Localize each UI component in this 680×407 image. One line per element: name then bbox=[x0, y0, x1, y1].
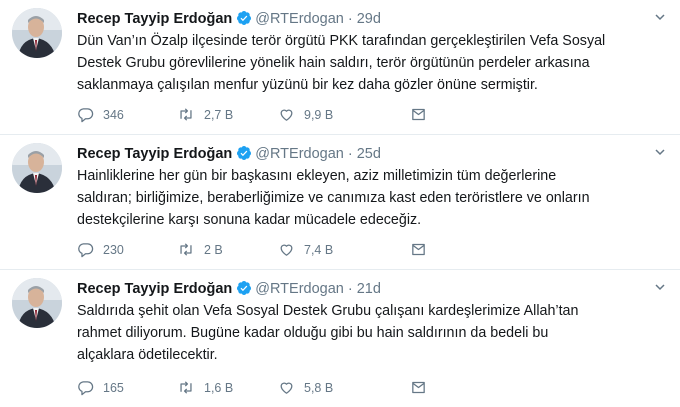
like-count: 9,9 B bbox=[304, 107, 334, 122]
retweet-button[interactable]: 2,7 B bbox=[177, 106, 233, 123]
retweet-count: 2 B bbox=[204, 242, 223, 257]
display-name[interactable]: Recep Tayyip Erdoğan bbox=[77, 146, 232, 162]
tweet-header: Recep Tayyip Erdoğan @RTErdogan · 29d bbox=[77, 10, 381, 31]
tweet-text: Dün Van’ın Özalp ilçesinde terör örgütü … bbox=[77, 30, 662, 96]
tweet-text-line: saldıran; birliğimize, beraberliğimize v… bbox=[77, 190, 590, 206]
tweet-text-line: saklanmaya çalışılan menfur yüzünü bir k… bbox=[77, 77, 538, 93]
timestamp[interactable]: 29d bbox=[357, 11, 381, 27]
handle[interactable]: @RTErdogan bbox=[255, 146, 344, 162]
reply-count: 346 bbox=[103, 107, 124, 122]
like-icon bbox=[280, 382, 293, 394]
tweet-actions: 230 2 B 7,4 B bbox=[77, 241, 557, 259]
retweet-icon bbox=[180, 381, 192, 394]
avatar[interactable] bbox=[12, 143, 62, 193]
tweet-header: Recep Tayyip Erdoğan @RTErdogan · 25d bbox=[77, 145, 381, 166]
tweet-text-line: Saldırıda şehit olan Vefa Sosyal Destek … bbox=[77, 303, 579, 319]
display-name[interactable]: Recep Tayyip Erdoğan bbox=[77, 11, 232, 27]
like-count: 5,8 B bbox=[304, 380, 334, 395]
tweet-actions: 346 2,7 B 9,9 B bbox=[77, 106, 557, 124]
tweet[interactable]: Recep Tayyip Erdoğan @RTErdogan · 29d Dün V… bbox=[0, 0, 680, 135]
timestamp[interactable]: 25d bbox=[357, 146, 381, 162]
direct-message-icon bbox=[412, 243, 425, 256]
retweet-count: 2,7 B bbox=[204, 107, 234, 122]
display-name[interactable]: Recep Tayyip Erdoğan bbox=[77, 281, 232, 297]
tweet-text-line: Destek Grubu görevlilerine yönelik hain … bbox=[77, 55, 590, 71]
tweet-actions: 165 1,6 B 5,8 B bbox=[77, 379, 557, 397]
separator: · bbox=[347, 281, 353, 297]
avatar[interactable] bbox=[12, 8, 62, 58]
reply-button[interactable]: 230 bbox=[77, 241, 124, 258]
handle[interactable]: @RTErdogan bbox=[255, 11, 344, 27]
like-button[interactable]: 9,9 B bbox=[278, 106, 333, 123]
reply-count: 230 bbox=[103, 242, 124, 257]
like-button[interactable]: 7,4 B bbox=[278, 241, 333, 258]
tweet-text-line: Dün Van’ın Özalp ilçesinde terör örgütü … bbox=[77, 33, 606, 49]
tweet[interactable]: Recep Tayyip Erdoğan @RTErdogan · 21d Saldı… bbox=[0, 270, 680, 407]
tweet-text-line: rahmet diliyorum. Bugüne kadar olduğu gi… bbox=[77, 325, 549, 341]
verified-badge-icon bbox=[236, 10, 252, 31]
direct-message-icon bbox=[412, 381, 425, 394]
direct-message-icon bbox=[412, 108, 425, 121]
chevron-down-icon[interactable] bbox=[654, 10, 666, 28]
separator: · bbox=[347, 146, 353, 162]
timestamp[interactable]: 21d bbox=[357, 281, 381, 297]
tweet[interactable]: Recep Tayyip Erdoğan @RTErdogan · 25d Hainl… bbox=[0, 135, 680, 270]
like-icon bbox=[280, 109, 293, 121]
direct-message-button[interactable] bbox=[410, 379, 427, 396]
direct-message-button[interactable] bbox=[410, 241, 427, 258]
reply-button[interactable]: 346 bbox=[77, 106, 124, 123]
tweet-text: Saldırıda şehit olan Vefa Sosyal Destek … bbox=[77, 300, 662, 366]
handle[interactable]: @RTErdogan bbox=[255, 281, 344, 297]
retweet-button[interactable]: 2 B bbox=[177, 241, 223, 258]
reply-icon bbox=[78, 108, 94, 123]
verified-badge-icon bbox=[236, 280, 252, 301]
retweet-count: 1,6 B bbox=[204, 380, 234, 395]
direct-message-button[interactable] bbox=[410, 106, 427, 123]
reply-icon bbox=[78, 243, 94, 258]
like-count: 7,4 B bbox=[304, 242, 334, 257]
retweet-icon bbox=[180, 243, 192, 256]
retweet-icon bbox=[180, 108, 192, 121]
tweet-header: Recep Tayyip Erdoğan @RTErdogan · 21d bbox=[77, 280, 381, 301]
tweet-text-line: Hainliklerine her gün bir başkasını ekle… bbox=[77, 168, 557, 184]
chevron-down-icon[interactable] bbox=[654, 280, 666, 298]
reply-button[interactable]: 165 bbox=[77, 379, 124, 396]
tweet-text-line: destekçilerine karşı sonuna kadar mücade… bbox=[77, 212, 422, 228]
verified-badge-icon bbox=[236, 145, 252, 166]
like-button[interactable]: 5,8 B bbox=[278, 379, 333, 396]
reply-icon bbox=[78, 381, 94, 396]
tweet-text-line: alçaklara ödetilecektir. bbox=[77, 347, 218, 363]
separator: · bbox=[347, 11, 353, 27]
reply-count: 165 bbox=[103, 380, 124, 395]
avatar[interactable] bbox=[12, 278, 62, 328]
tweet-feed: Recep Tayyip Erdoğan @RTErdogan · 29d Dün V… bbox=[0, 0, 680, 407]
chevron-down-icon[interactable] bbox=[654, 145, 666, 163]
tweet-text: Hainliklerine her gün bir başkasını ekle… bbox=[77, 165, 662, 231]
retweet-button[interactable]: 1,6 B bbox=[177, 379, 233, 396]
like-icon bbox=[280, 244, 293, 256]
